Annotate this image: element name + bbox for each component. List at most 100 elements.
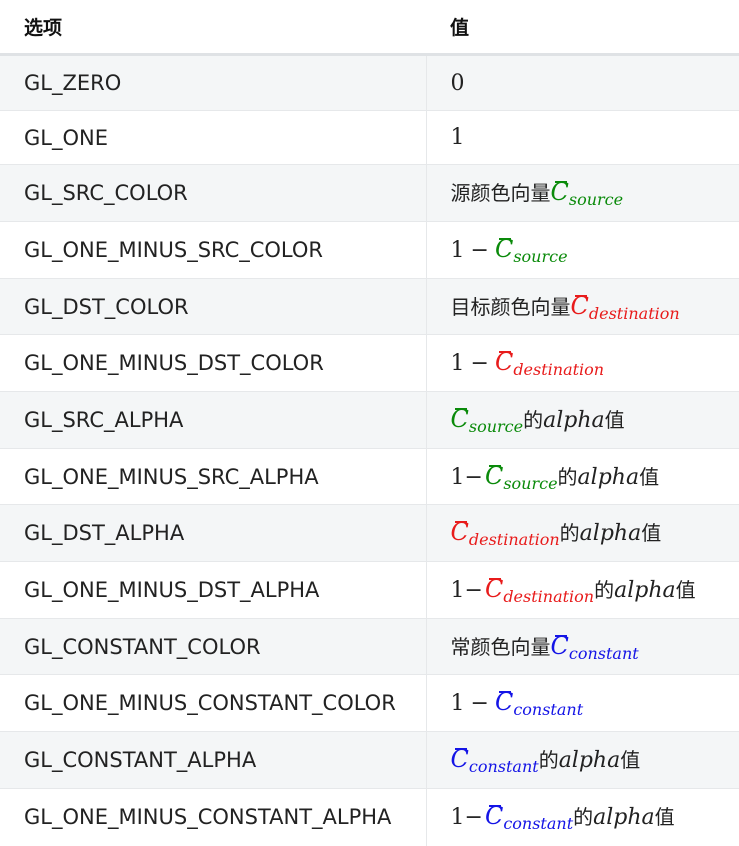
- minus-sign: −: [464, 464, 483, 490]
- of-text: 的: [557, 464, 578, 489]
- table-header-row: 选项 值: [0, 0, 739, 56]
- value-prefix: 目标颜色向量: [450, 294, 571, 319]
- value-number: 1: [450, 350, 465, 376]
- header-option: 选项: [0, 0, 426, 56]
- symbol-subscript: constant: [568, 643, 639, 663]
- option-cell: GL_SRC_COLOR: [0, 164, 427, 222]
- symbol-subscript: constant: [513, 699, 584, 719]
- symbol-subscript: destination: [468, 530, 560, 549]
- value-cell: 0: [426, 54, 739, 111]
- color-vector-symbol: C: [550, 178, 569, 206]
- option-cell: GL_ONE: [0, 110, 427, 165]
- option-cell: GL_ONE_MINUS_CONSTANT_ALPHA: [0, 788, 427, 846]
- table-row: GL_ONE 1: [0, 110, 739, 165]
- value-suffix: 值: [604, 408, 625, 432]
- color-vector-symbol: C: [550, 631, 569, 660]
- option-cell: GL_DST_ALPHA: [0, 504, 427, 562]
- value-cell: 1− Cconstant: [426, 674, 739, 732]
- alpha-word: alpha: [558, 748, 621, 773]
- alpha-word: alpha: [579, 521, 642, 546]
- color-vector-symbol: C: [484, 461, 504, 490]
- alpha-word: alpha: [543, 408, 605, 433]
- value-cell: 1−Cdestination的alpha值: [426, 561, 739, 619]
- value-number: 0: [450, 70, 465, 96]
- table-row: GL_DST_COLOR 目标颜色向量Cdestination: [0, 278, 739, 335]
- of-text: 的: [573, 805, 594, 830]
- option-cell: GL_CONSTANT_ALPHA: [0, 731, 427, 789]
- symbol-subscript: source: [513, 246, 568, 266]
- blend-factor-table: 选项 值 GL_ZERO 0 GL_ONE 1 GL_SRC_COLOR 源颜色…: [0, 0, 739, 846]
- value-suffix: 值: [641, 521, 662, 545]
- value-number: 1: [450, 125, 465, 150]
- value-number: 1: [450, 578, 465, 603]
- minus-sign: −: [464, 805, 483, 831]
- of-text: 的: [538, 748, 559, 772]
- table-row: GL_ZERO 0: [0, 54, 739, 111]
- value-cell: 1: [426, 110, 739, 165]
- color-vector-symbol: C: [450, 745, 469, 773]
- symbol-subscript: destination: [513, 359, 605, 379]
- value-cell: 源颜色向量Csource: [426, 164, 739, 222]
- symbol-subscript: constant: [503, 814, 574, 834]
- option-cell: GL_ZERO: [0, 54, 427, 111]
- color-vector-symbol: C: [484, 575, 504, 603]
- value-cell: 目标颜色向量Cdestination: [426, 278, 739, 335]
- symbol-subscript: source: [568, 190, 624, 209]
- value-cell: 1−Csource的alpha值: [426, 448, 739, 505]
- table-row: GL_ONE_MINUS_CONSTANT_COLOR 1− Cconstant: [0, 674, 739, 732]
- of-text: 的: [559, 521, 580, 545]
- minus-sign: −: [464, 578, 483, 603]
- color-vector-symbol: C: [450, 518, 469, 546]
- value-number: 1: [450, 690, 465, 716]
- table-row: GL_ONE_MINUS_CONSTANT_ALPHA 1−Cconstant的…: [0, 788, 739, 846]
- option-cell: GL_DST_COLOR: [0, 278, 427, 335]
- value-cell: Csource的alpha值: [426, 391, 739, 449]
- value-cell: 1− Cdestination: [426, 334, 739, 392]
- table-row: GL_DST_ALPHA Cdestination的alpha值: [0, 504, 739, 562]
- color-vector-symbol: C: [494, 687, 514, 716]
- symbol-subscript: source: [503, 473, 558, 493]
- value-suffix: 值: [675, 578, 696, 602]
- table-row: GL_ONE_MINUS_SRC_COLOR 1− Csource: [0, 221, 739, 279]
- symbol-subscript: destination: [588, 303, 680, 323]
- value-cell: 1− Csource: [426, 221, 739, 279]
- value-number: 1: [450, 464, 465, 490]
- value-cell: 常颜色向量Cconstant: [426, 618, 739, 675]
- color-vector-symbol: C: [450, 405, 469, 433]
- option-cell: GL_ONE_MINUS_SRC_ALPHA: [0, 448, 427, 505]
- header-value: 值: [426, 0, 739, 56]
- option-cell: GL_CONSTANT_COLOR: [0, 618, 427, 675]
- color-vector-symbol: C: [494, 234, 514, 263]
- option-cell: GL_SRC_ALPHA: [0, 391, 427, 449]
- color-vector-symbol: C: [484, 802, 504, 831]
- option-cell: GL_ONE_MINUS_DST_COLOR: [0, 334, 427, 392]
- value-cell: Cconstant的alpha值: [426, 731, 739, 789]
- of-text: 的: [523, 408, 544, 432]
- option-cell: GL_ONE_MINUS_DST_ALPHA: [0, 561, 427, 619]
- value-cell: Cdestination的alpha值: [426, 504, 739, 562]
- value-number: 1: [450, 237, 465, 263]
- option-cell: GL_ONE_MINUS_SRC_COLOR: [0, 221, 427, 279]
- symbol-subscript: destination: [503, 587, 595, 606]
- table-row: GL_ONE_MINUS_DST_COLOR 1− Cdestination: [0, 334, 739, 392]
- minus-sign: −: [470, 690, 489, 716]
- alpha-word: alpha: [614, 578, 676, 603]
- value-suffix: 值: [620, 748, 641, 772]
- option-cell: GL_ONE_MINUS_CONSTANT_COLOR: [0, 674, 427, 732]
- minus-sign: −: [470, 350, 489, 376]
- table-row: GL_SRC_ALPHA Csource的alpha值: [0, 391, 739, 449]
- color-vector-symbol: C: [494, 347, 514, 376]
- table-row: GL_CONSTANT_ALPHA Cconstant的alpha值: [0, 731, 739, 789]
- value-suffix: 值: [639, 464, 660, 489]
- value-cell: 1−Cconstant的alpha值: [426, 788, 739, 846]
- alpha-word: alpha: [593, 805, 655, 831]
- table-row: GL_ONE_MINUS_SRC_ALPHA 1−Csource的alpha值: [0, 448, 739, 505]
- symbol-subscript: constant: [468, 757, 539, 776]
- value-number: 1: [450, 805, 465, 831]
- value-prefix: 常颜色向量: [450, 634, 551, 659]
- color-vector-symbol: C: [570, 291, 589, 320]
- alpha-word: alpha: [577, 464, 640, 490]
- value-suffix: 值: [654, 805, 675, 830]
- table-row: GL_SRC_COLOR 源颜色向量Csource: [0, 164, 739, 222]
- table-row: GL_CONSTANT_COLOR 常颜色向量Cconstant: [0, 618, 739, 675]
